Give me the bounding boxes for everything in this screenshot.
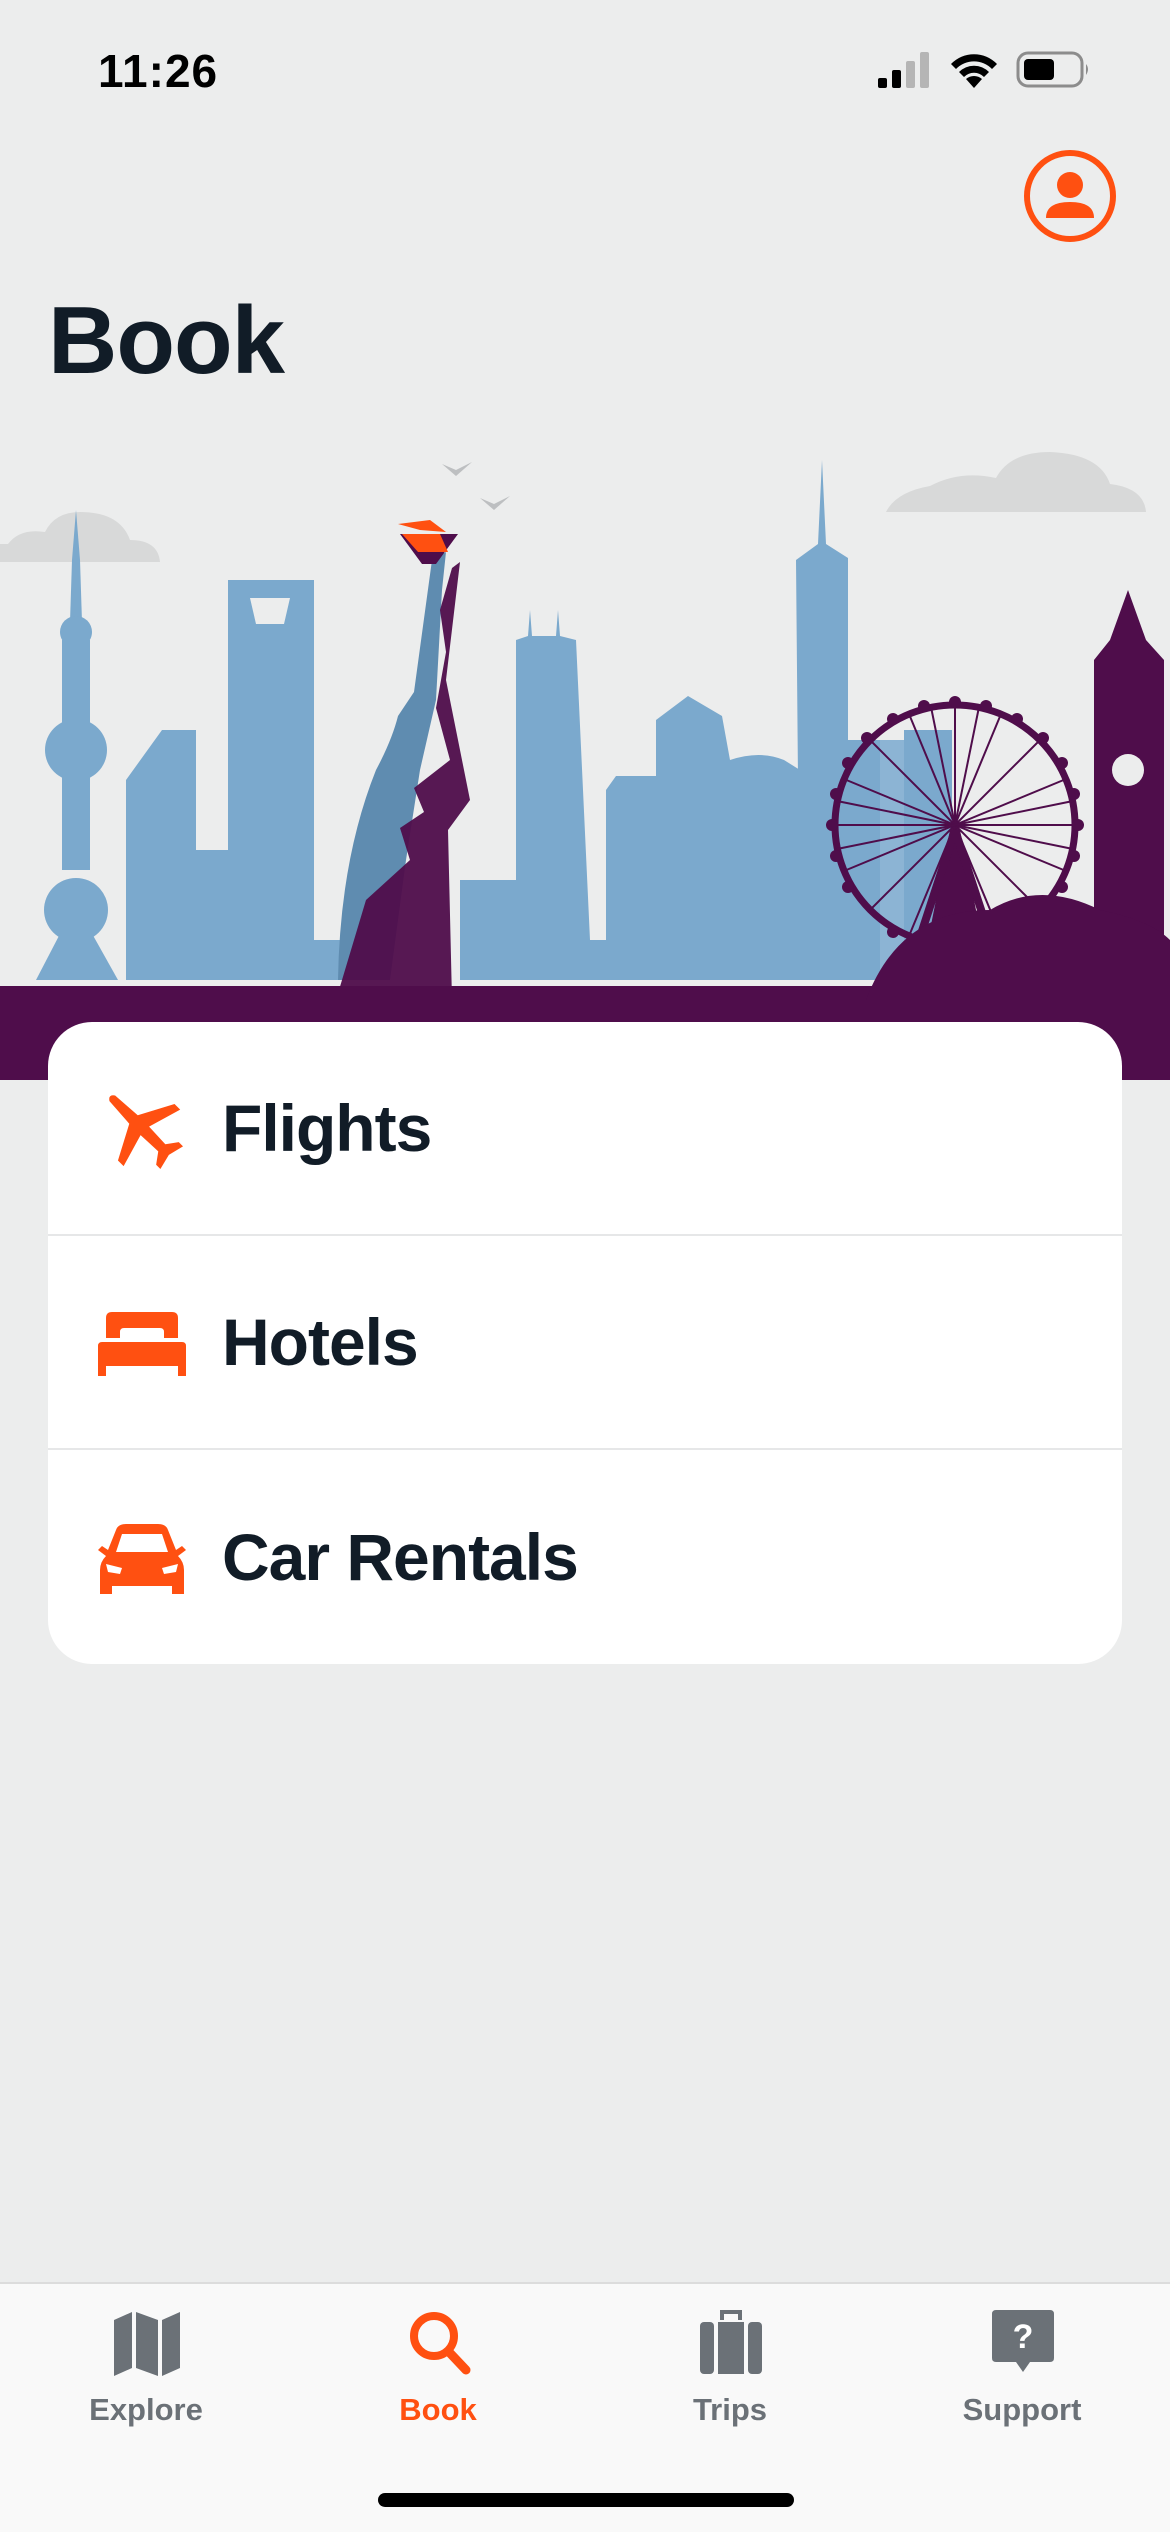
menu-item-flights[interactable]: Flights (48, 1022, 1122, 1236)
tab-label: Explore (89, 2392, 203, 2427)
user-icon (1046, 172, 1094, 218)
menu-item-label: Hotels (222, 1305, 419, 1379)
status-bar: 11:26 (0, 0, 1170, 150)
airplane-icon (109, 1095, 184, 1170)
map-icon (114, 2312, 180, 2376)
clock-tower (1094, 590, 1164, 940)
search-icon (410, 2312, 471, 2375)
cloud-right (886, 452, 1146, 512)
menu-item-car-rentals[interactable]: Car Rentals (48, 1450, 1122, 1664)
tab-explore[interactable]: Explore (0, 2284, 292, 2454)
suitcase-icon (700, 2310, 762, 2374)
building (760, 460, 848, 980)
bed-icon (98, 1312, 186, 1376)
statue-of-liberty (330, 520, 470, 1020)
tab-book[interactable]: Book (292, 2284, 584, 2454)
page-title: Book (48, 287, 285, 394)
menu-item-label: Car Rentals (222, 1520, 579, 1594)
tab-trips[interactable]: Trips (584, 2284, 876, 2454)
wifi-icon (951, 54, 997, 88)
svg-text:?: ? (1013, 2318, 1034, 2356)
building (126, 580, 340, 980)
city-skyline-illustration (0, 452, 1170, 1080)
status-time: 11:26 (98, 45, 219, 97)
cloud-left (0, 512, 160, 562)
tv-tower (36, 510, 118, 980)
menu-item-hotels[interactable]: Hotels (48, 1236, 1122, 1450)
help-chat-icon: ? (992, 2310, 1054, 2372)
bird (442, 462, 472, 476)
menu-item-label: Flights (222, 1091, 432, 1165)
bird (480, 496, 510, 510)
home-indicator (378, 2493, 794, 2507)
status-icons (876, 50, 1116, 100)
tab-label: Trips (692, 2392, 768, 2427)
tab-support[interactable]: ? Support (876, 2284, 1168, 2454)
profile-button[interactable] (1024, 150, 1116, 242)
booking-menu-card: Flights Hotels Car Rentals (48, 1022, 1122, 1664)
battery-icon (1016, 51, 1088, 88)
car-icon (98, 1524, 186, 1594)
tab-label: Book (399, 2392, 477, 2427)
cellular-signal-icon (878, 52, 929, 88)
tab-label: Support (962, 2392, 1082, 2427)
